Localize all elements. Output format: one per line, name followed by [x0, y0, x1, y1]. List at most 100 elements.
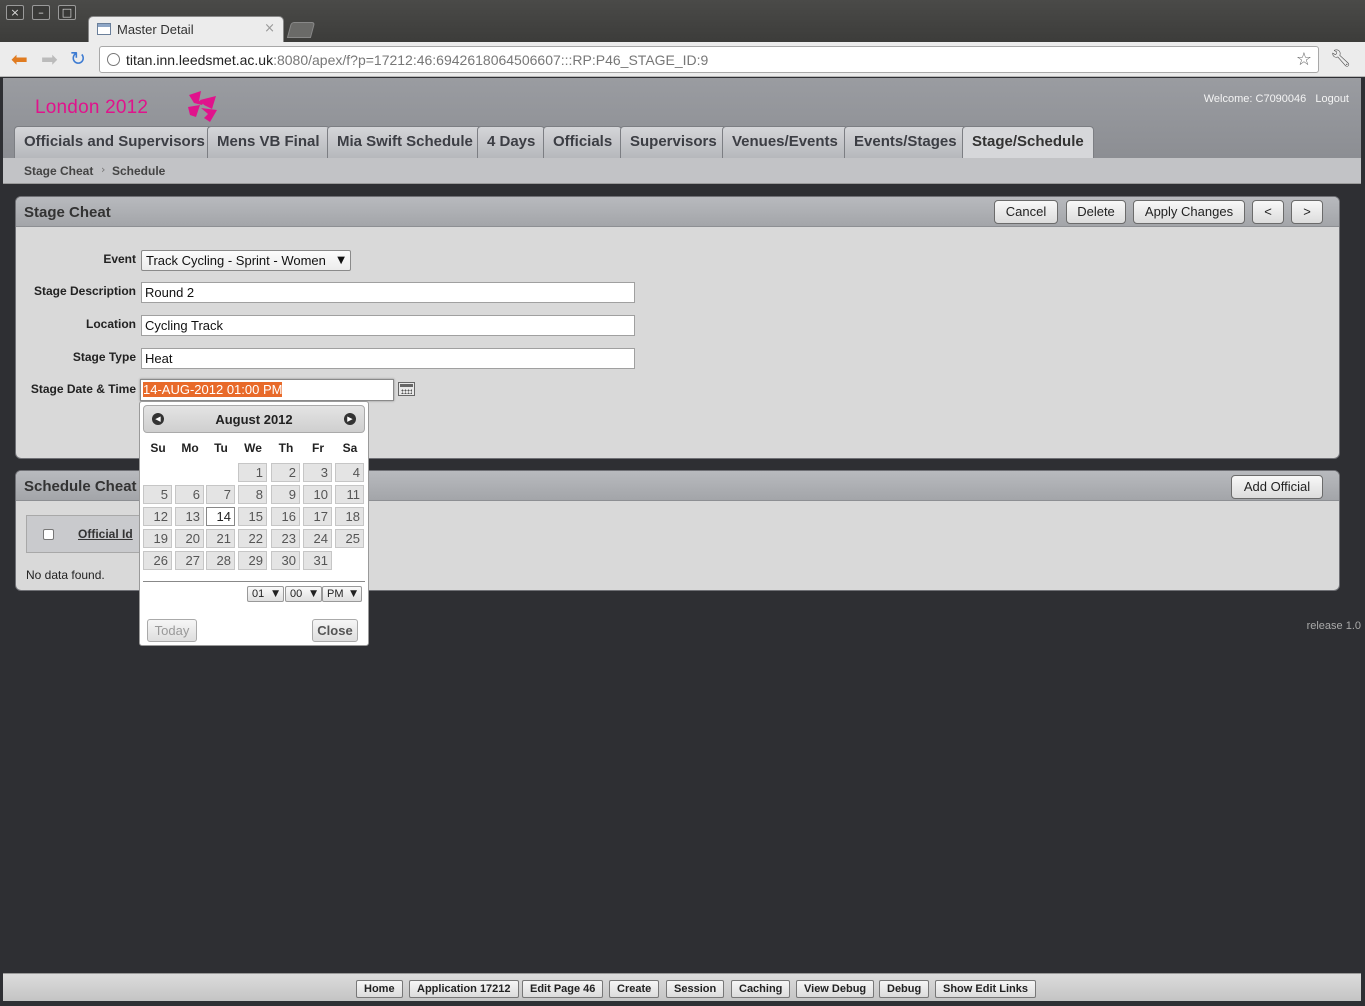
address-bar[interactable]: titan.inn.leedsmet.ac.uk:8080/apex/f?p=1…	[99, 46, 1319, 73]
ampm-select[interactable]: PM ▼	[322, 586, 362, 602]
stage-date-time-label: Stage Date & Time	[30, 382, 136, 396]
url-path: :8080/apex/f?p=17212:46:6942618064506607…	[273, 52, 709, 68]
window-minimize-button[interactable]: –	[32, 5, 50, 20]
tab-officials-and-supervisors[interactable]: Officials and Supervisors	[14, 126, 215, 158]
tab-mens-vb-final[interactable]: Mens VB Final	[207, 126, 330, 158]
stage-description-label: Stage Description	[33, 284, 136, 298]
calendar-day[interactable]: 23	[271, 529, 300, 548]
bookmark-star-icon[interactable]: ☆	[1296, 49, 1312, 70]
tab-officials[interactable]: Officials	[543, 126, 623, 158]
calendar-day[interactable]: 14	[206, 507, 235, 526]
dev-debug-button[interactable]: Debug	[879, 980, 930, 998]
location-input[interactable]: Cycling Track	[141, 315, 635, 336]
calendar-day[interactable]: 30	[271, 551, 300, 570]
hour-select[interactable]: 01 ▼	[247, 586, 284, 602]
breadcrumb-stage-cheat[interactable]: Stage Cheat	[24, 164, 93, 178]
add-official-button[interactable]: Add Official	[1231, 475, 1323, 499]
calendar-day[interactable]: 15	[238, 507, 267, 526]
stage-description-input[interactable]: Round 2	[141, 282, 635, 303]
page-favicon-icon	[97, 23, 111, 35]
select-all-checkbox[interactable]	[43, 529, 54, 540]
tab-4-days[interactable]: 4 Days	[477, 126, 546, 158]
calendar-day[interactable]: 18	[335, 507, 364, 526]
calendar-day[interactable]: 27	[175, 551, 204, 570]
column-official-id[interactable]: Official Id	[78, 527, 133, 541]
location-label: Location	[86, 317, 136, 331]
calendar-day[interactable]: 3	[303, 463, 332, 482]
calendar-day[interactable]: 19	[143, 529, 172, 548]
datepicker-month-title: August 2012	[215, 412, 293, 427]
calendar-day[interactable]: 7	[206, 485, 235, 504]
apply-changes-button[interactable]: Apply Changes	[1133, 200, 1245, 224]
calendar-day[interactable]: 11	[335, 485, 364, 504]
calendar-day[interactable]: 20	[175, 529, 204, 548]
calendar-day[interactable]: 28	[206, 551, 235, 570]
page-info-icon[interactable]	[107, 53, 120, 66]
event-label: Event	[103, 252, 136, 266]
calendar-day[interactable]: 22	[238, 529, 267, 548]
hour-value: 01	[252, 588, 265, 600]
next-month-icon[interactable]: ▶	[344, 413, 356, 425]
minute-select[interactable]: 00 ▼	[285, 586, 322, 602]
stage-date-time-value: 14-AUG-2012 01:00 PM	[143, 382, 283, 397]
address-url[interactable]: titan.inn.leedsmet.ac.uk:8080/apex/f?p=1…	[126, 52, 708, 68]
today-button[interactable]: Today	[147, 619, 197, 642]
calendar-day[interactable]: 25	[335, 529, 364, 548]
delete-button[interactable]: Delete	[1066, 200, 1126, 224]
browser-tab[interactable]: Master Detail ×	[88, 16, 284, 42]
window-close-button[interactable]: ×	[6, 5, 24, 20]
calendar-day[interactable]: 31	[303, 551, 332, 570]
developer-toolbar: Home Application 17212 Edit Page 46 Crea…	[3, 973, 1361, 1001]
calendar-day[interactable]: 26	[143, 551, 172, 570]
no-data-message: No data found.	[26, 568, 105, 582]
next-button[interactable]: >	[1291, 200, 1323, 224]
calendar-day[interactable]: 13	[175, 507, 204, 526]
dev-caching-button[interactable]: Caching	[731, 980, 791, 998]
calendar-day[interactable]: 6	[175, 485, 204, 504]
tab-mia-swift-schedule[interactable]: Mia Swift Schedule	[327, 126, 483, 158]
tab-supervisors[interactable]: Supervisors	[620, 126, 727, 158]
dev-edit-page-button[interactable]: Edit Page 46	[522, 980, 604, 998]
calendar-day[interactable]: 2	[271, 463, 300, 482]
event-select-value: Track Cycling - Sprint - Women	[146, 253, 326, 268]
calendar-day[interactable]: 16	[271, 507, 300, 526]
stage-date-time-input[interactable]: 14-AUG-2012 01:00 PM	[140, 379, 394, 401]
tab-events-stages[interactable]: Events/Stages	[844, 126, 967, 158]
dev-create-button[interactable]: Create	[609, 980, 660, 998]
calendar-icon[interactable]	[398, 382, 415, 396]
datepicker-divider	[143, 581, 365, 582]
cancel-button[interactable]: Cancel	[994, 200, 1058, 224]
welcome-area: Welcome: C7090046 Logout	[1198, 93, 1349, 105]
calendar-day[interactable]: 21	[206, 529, 235, 548]
calendar-day[interactable]: 1	[238, 463, 267, 482]
back-arrow-icon[interactable]: ⬅	[11, 49, 28, 69]
dev-view-debug-button[interactable]: View Debug	[796, 980, 875, 998]
calendar-day[interactable]: 29	[238, 551, 267, 570]
dev-show-edit-links-button[interactable]: Show Edit Links	[935, 980, 1036, 998]
dev-application-button[interactable]: Application 17212	[409, 980, 519, 998]
calendar-day[interactable]: 12	[143, 507, 172, 526]
welcome-text: Welcome: C7090046	[1203, 93, 1307, 105]
reload-icon[interactable]: ↻	[70, 49, 86, 69]
previous-button[interactable]: <	[1252, 200, 1284, 224]
logout-link[interactable]: Logout	[1315, 93, 1349, 105]
stage-type-input[interactable]: Heat	[141, 348, 635, 369]
window-maximize-button[interactable]: □	[58, 5, 76, 20]
new-tab-button[interactable]	[286, 22, 316, 38]
calendar-day[interactable]: 8	[238, 485, 267, 504]
tab-venues-events[interactable]: Venues/Events	[722, 126, 848, 158]
tab-stage-schedule[interactable]: Stage/Schedule	[962, 126, 1094, 158]
close-button[interactable]: Close	[312, 619, 358, 642]
calendar-day[interactable]: 9	[271, 485, 300, 504]
forward-arrow-icon[interactable]: ➡	[41, 49, 58, 69]
calendar-day[interactable]: 4	[335, 463, 364, 482]
calendar-day[interactable]: 24	[303, 529, 332, 548]
calendar-day[interactable]: 10	[303, 485, 332, 504]
calendar-day[interactable]: 17	[303, 507, 332, 526]
tab-close-icon[interactable]: ×	[264, 21, 275, 36]
dev-home-button[interactable]: Home	[356, 980, 403, 998]
calendar-day[interactable]: 5	[143, 485, 172, 504]
event-select[interactable]: Track Cycling - Sprint - Women ▼	[141, 250, 351, 271]
wrench-menu-icon[interactable]: 🔧︎	[1330, 49, 1352, 69]
dev-session-button[interactable]: Session	[666, 980, 725, 998]
